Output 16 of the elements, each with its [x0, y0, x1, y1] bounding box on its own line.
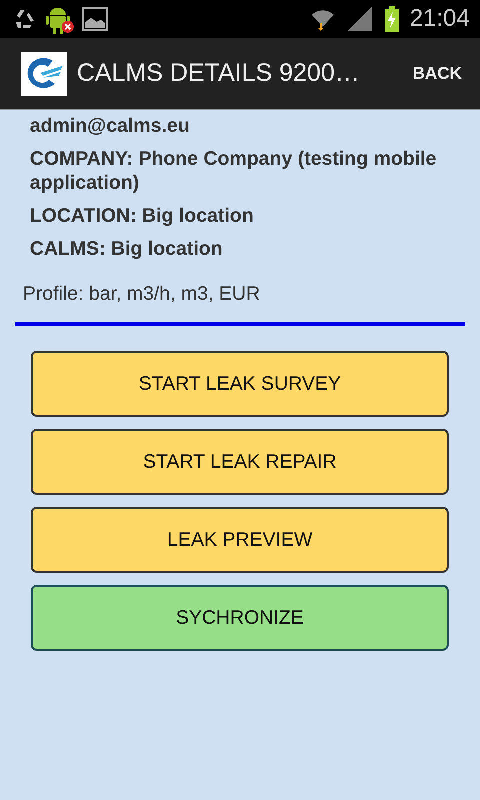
clock-time: 21:04: [410, 5, 470, 33]
profile-text: Profile: bar, m3/h, m3, EUR: [23, 283, 262, 306]
action-button[interactable]: START LEAK REPAIR: [31, 429, 449, 495]
logo-icon[interactable]: [21, 52, 67, 96]
synchronize-button[interactable]: SYCHRONIZE: [31, 585, 449, 651]
detail-text: COMPANY: Phone Company (testing mobile application): [30, 147, 438, 195]
action-button[interactable]: START LEAK SURVEY: [31, 351, 449, 417]
battery-icon: [384, 6, 400, 32]
screen-title: CALMS DETAILS 9200…: [77, 59, 361, 88]
image-icon: [82, 7, 108, 31]
signal-icon: [346, 6, 374, 32]
detail-text: LOCATION: Big location: [30, 204, 255, 228]
back-button[interactable]: BACK: [404, 56, 462, 92]
detail-text: admin@calms.eu: [30, 114, 191, 138]
action-button[interactable]: LEAK PREVIEW: [31, 507, 449, 573]
detail-text: CALMS: Big location: [30, 237, 224, 261]
